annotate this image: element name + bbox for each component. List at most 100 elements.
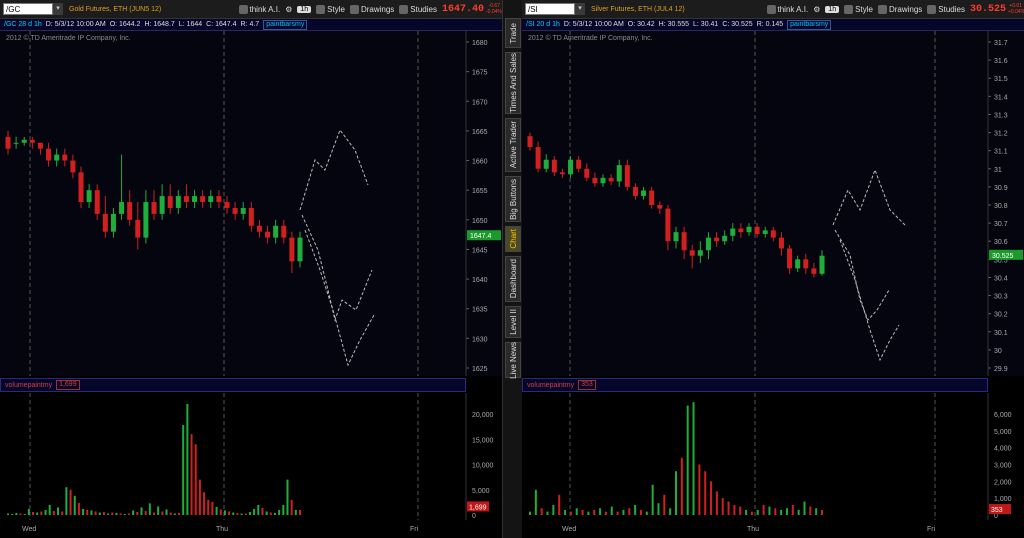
price-axis-label: 31.5 <box>994 76 1008 83</box>
volume-bar <box>552 504 555 515</box>
volume-bar <box>534 489 537 515</box>
volume-bar <box>82 508 85 515</box>
volume-bar <box>290 499 293 515</box>
projection-drawing <box>834 229 890 321</box>
candle-body <box>135 219 141 238</box>
volume-bar <box>698 464 701 515</box>
candle-body <box>576 159 582 169</box>
candle-body <box>86 190 92 203</box>
price-axis-label: 1655 <box>472 188 488 195</box>
candle-body <box>192 196 198 203</box>
candle-body <box>665 208 671 242</box>
side-tab-big-buttons[interactable]: Big Buttons <box>505 176 521 222</box>
candle-body <box>200 196 206 203</box>
volume-bar <box>86 509 89 515</box>
volume-bar <box>253 508 256 515</box>
volume-bar <box>675 471 677 515</box>
volume-bar <box>750 511 753 515</box>
candle-body <box>795 259 801 269</box>
volume-axis-label: 6,000 <box>994 412 1012 419</box>
volume-axis-label: 10,000 <box>472 463 494 470</box>
volume-bar <box>228 511 231 515</box>
projection-drawing <box>832 168 906 226</box>
price-axis-label: 31.3 <box>994 112 1008 119</box>
candle-body <box>632 186 638 196</box>
candle-body <box>770 230 776 238</box>
price-axis-label: 30.7 <box>994 221 1008 228</box>
candle-body <box>208 196 214 203</box>
side-tab-active-trader[interactable]: Active Trader <box>505 118 521 172</box>
price-axis-label: 31 <box>994 167 1002 174</box>
candle-body <box>70 160 76 173</box>
volume-bar <box>610 506 613 515</box>
volume-bar <box>148 503 151 515</box>
price-axis-label: 1670 <box>472 99 488 106</box>
volume-bar <box>622 509 625 515</box>
candle-body <box>5 136 11 149</box>
volume-axis-label: 5,000 <box>472 488 490 495</box>
volume-axis-label: 2,000 <box>994 479 1012 486</box>
candle-body <box>738 228 744 233</box>
volume-axis-label: 0 <box>472 513 476 520</box>
projection-drawing <box>839 239 900 362</box>
volume-bar <box>144 510 147 515</box>
volume-tag-label: 353 <box>991 507 1003 514</box>
side-tab-trade[interactable]: Trade <box>505 18 521 48</box>
volume-bar <box>809 506 812 515</box>
candle-body <box>681 232 687 251</box>
price-axis-label: 1660 <box>472 159 488 166</box>
candle-body <box>551 159 557 173</box>
candle-body <box>62 154 68 161</box>
volume-bar <box>686 405 689 515</box>
candle-body <box>224 202 230 208</box>
volume-bar <box>165 509 168 515</box>
volume-axis-label: 3,000 <box>994 463 1012 470</box>
volume-bar <box>123 513 126 515</box>
price-tag-label: 30.525 <box>992 253 1014 260</box>
volume-bar <box>73 495 76 515</box>
price-axis-label: 31.1 <box>994 149 1008 156</box>
volume-bar <box>15 512 18 515</box>
volume-bar <box>32 511 35 515</box>
side-tab-level-ii[interactable]: Level II <box>505 306 521 338</box>
candle-body <box>159 196 165 214</box>
volume-bar <box>248 511 251 515</box>
volume-bar <box>244 513 247 515</box>
candle-body <box>265 231 271 238</box>
volume-bar <box>173 513 176 515</box>
volume-bar <box>207 499 210 515</box>
side-tab-dashboard[interactable]: Dashboard <box>505 256 521 302</box>
candle-body <box>119 202 125 214</box>
candle-body <box>273 225 279 238</box>
candle-body <box>803 259 809 269</box>
price-axis-label: 1635 <box>472 307 488 314</box>
candle-body <box>281 225 287 238</box>
volume-tag-label: 1,699 <box>469 504 487 511</box>
side-tab-chart[interactable]: Chart <box>505 226 521 252</box>
day-label: Wed <box>562 526 576 533</box>
candle-body <box>649 190 655 205</box>
candle-body <box>78 172 84 203</box>
day-label: Thu <box>216 526 228 533</box>
volume-bar <box>651 484 654 515</box>
candle-body <box>535 147 541 169</box>
volume-bar <box>286 479 289 515</box>
side-tab-live-news[interactable]: Live News <box>505 342 521 378</box>
candle-body <box>673 232 679 242</box>
volume-bar <box>663 494 666 515</box>
volume-bar <box>153 512 155 515</box>
candle-body <box>37 142 43 149</box>
candle-body <box>762 230 768 234</box>
volume-bar <box>90 510 93 515</box>
side-tab-times-and-sales[interactable]: Times And Sales <box>505 52 521 114</box>
volume-bar <box>269 512 272 515</box>
volume-bar <box>768 506 771 515</box>
candle-body <box>143 202 149 238</box>
candle-body <box>54 154 60 161</box>
projection-drawing <box>301 214 373 322</box>
candle-body <box>616 165 622 182</box>
volume-bar <box>780 509 783 515</box>
candle-body <box>608 177 614 182</box>
candle-body <box>167 196 173 208</box>
volume-bar <box>593 509 596 515</box>
